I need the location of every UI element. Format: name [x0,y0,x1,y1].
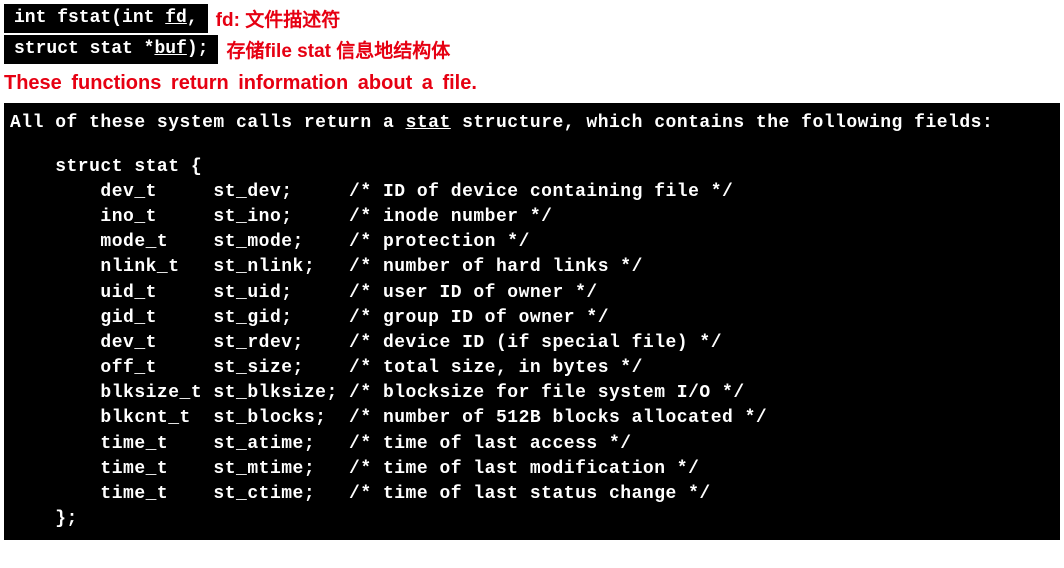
signature-underlined-1: fd [165,8,187,28]
signature-pre-1: int fstat(int [14,8,165,28]
struct-close: }; [10,509,78,529]
signature-pre-2: struct stat * [14,39,154,59]
terminal-intro-post: structure, which contains the following … [451,113,993,133]
signature-annotation-2: 存储file stat 信息地结构体 [226,36,450,63]
signature-underlined-2: buf [154,39,186,59]
struct-open: struct stat { [10,157,202,177]
terminal-intro-pre: All of these system calls return a [10,113,406,133]
signature-annotation-1: fd: 文件描述符 [216,5,341,32]
signature-row-1: int fstat(int fd, fd: 文件描述符 [4,4,1060,33]
signature-code-1: int fstat(int fd, [4,4,208,33]
signature-code-2: struct stat *buf); [4,35,218,64]
signature-post-1: , [187,8,198,28]
description-text: These functions return information about… [4,72,1060,95]
terminal-block: All of these system calls return a stat … [4,103,1060,540]
terminal-intro-underlined: stat [406,113,451,133]
struct-fields: dev_t st_dev; /* ID of device containing… [10,182,767,504]
struct-block: struct stat { dev_t st_dev; /* ID of dev… [10,155,1054,533]
signature-post-2: ); [187,39,209,59]
signature-row-2: struct stat *buf); 存储file stat 信息地结构体 [4,35,1060,64]
